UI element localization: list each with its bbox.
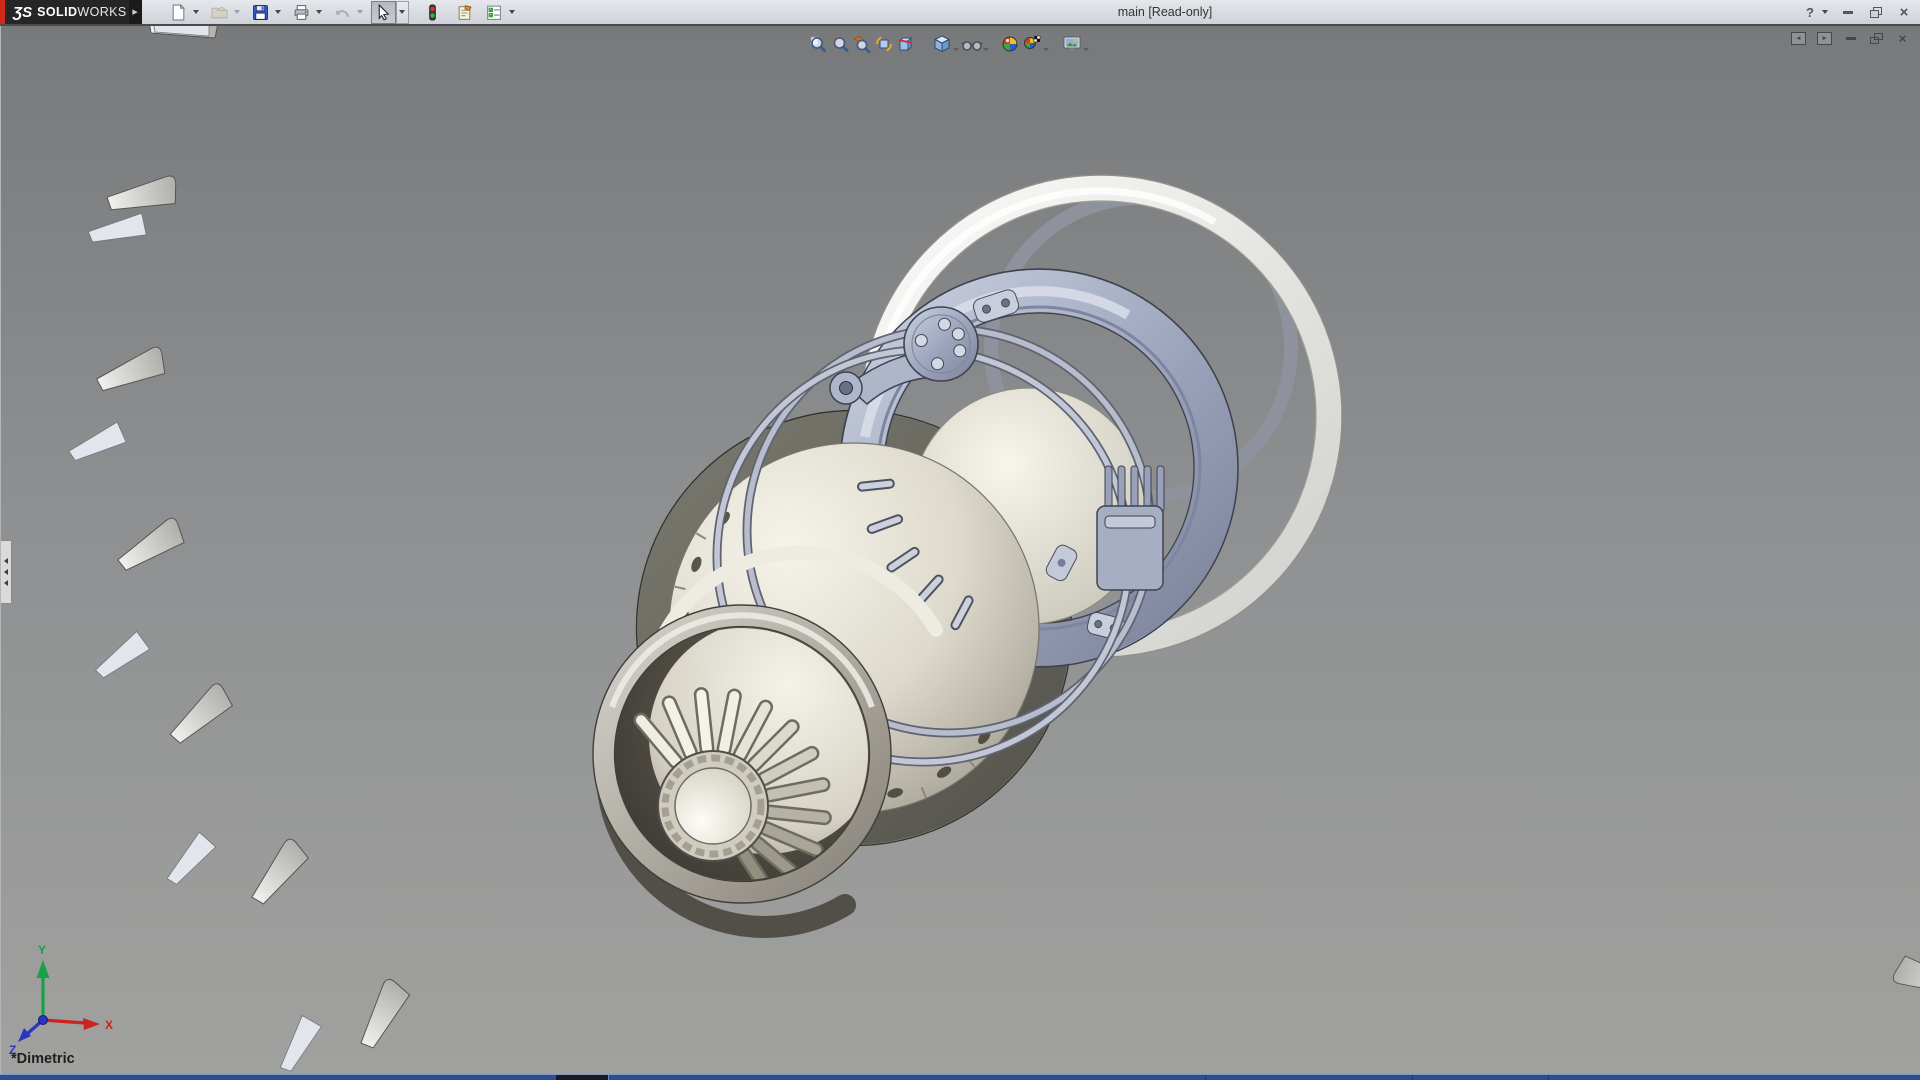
file-properties-button[interactable] bbox=[453, 1, 478, 24]
options-button[interactable] bbox=[482, 1, 507, 24]
print-button[interactable] bbox=[289, 1, 314, 24]
zoom-to-area-icon bbox=[830, 34, 850, 54]
zoom-to-fit-button[interactable] bbox=[807, 32, 829, 56]
previous-view-button[interactable] bbox=[851, 32, 873, 56]
undo-dropdown[interactable] bbox=[355, 2, 366, 23]
main-toolbar bbox=[166, 1, 523, 24]
engine-model bbox=[66, 26, 1920, 1074]
minimize-button[interactable] bbox=[1840, 3, 1856, 21]
solidworks-logo-glyph: ƷS bbox=[13, 4, 32, 21]
new-document-button[interactable] bbox=[166, 1, 191, 24]
graphics-area: ◂ ▸ × Y X Z *Dimetric bbox=[0, 26, 1920, 1074]
print-dropdown[interactable] bbox=[314, 2, 325, 23]
select-tool-dropdown[interactable] bbox=[396, 1, 409, 24]
brand-text-bold: SOLID bbox=[37, 5, 77, 19]
new-document-dropdown[interactable] bbox=[191, 2, 202, 23]
open-button[interactable] bbox=[207, 1, 232, 24]
menu-flyout-arrow[interactable]: ▶ bbox=[129, 0, 142, 24]
apply-scene-icon bbox=[1022, 34, 1042, 54]
feature-panel-tab[interactable] bbox=[1, 540, 12, 604]
triad-y-label: Y bbox=[38, 943, 46, 957]
collapse-right-pane-button[interactable]: ▸ bbox=[1816, 31, 1833, 46]
taskbar-separator bbox=[1548, 1075, 1549, 1080]
view-cube-icon bbox=[932, 34, 952, 54]
doc-minimize-button[interactable] bbox=[1842, 31, 1859, 46]
os-taskbar-sliver[interactable] bbox=[0, 1074, 1920, 1080]
solidworks-logo: ƷS SOLID WORKS bbox=[5, 0, 129, 24]
rotate-view-icon bbox=[874, 34, 894, 54]
taskbar-separator bbox=[1205, 1075, 1206, 1080]
view-settings-icon bbox=[1062, 34, 1082, 54]
zoom-to-area-button[interactable] bbox=[829, 32, 851, 56]
help-button[interactable]: ? bbox=[1802, 3, 1818, 21]
doc-restore-button[interactable] bbox=[1868, 31, 1885, 46]
section-view-icon bbox=[896, 34, 916, 54]
restore-button[interactable] bbox=[1868, 3, 1884, 21]
select-cursor-icon bbox=[375, 4, 392, 21]
new-document-icon bbox=[170, 4, 187, 21]
stoplight-icon bbox=[424, 4, 441, 21]
brand-text-light: WORKS bbox=[77, 5, 126, 19]
triad-x-label: X bbox=[105, 1018, 113, 1032]
doc-close-button[interactable]: × bbox=[1894, 31, 1911, 46]
taskbar-separator bbox=[1412, 1075, 1413, 1080]
collapse-left-pane-button[interactable]: ◂ bbox=[1790, 31, 1807, 46]
zoom-to-fit-icon bbox=[808, 34, 828, 54]
chevron-left-icon bbox=[4, 569, 8, 575]
titlebar: ƷS SOLID WORKS ▶ bbox=[0, 0, 1920, 26]
taskbar-button[interactable] bbox=[556, 1075, 608, 1080]
view-settings-button[interactable] bbox=[1061, 32, 1083, 56]
window-title: main [Read-only] bbox=[1118, 0, 1213, 24]
printer-icon bbox=[293, 4, 310, 21]
connector-block bbox=[1097, 466, 1164, 590]
appearance-ball-icon bbox=[1000, 34, 1020, 54]
document-window-controls: ◂ ▸ × bbox=[1790, 31, 1911, 46]
view-orientation-dropdown[interactable] bbox=[953, 48, 959, 51]
taskbar-highlight bbox=[0, 1074, 1920, 1075]
headsup-view-toolbar bbox=[807, 32, 1091, 56]
save-button[interactable] bbox=[248, 1, 273, 24]
titlebar-window-controls: ? × bbox=[1802, 0, 1912, 24]
3d-viewport[interactable] bbox=[1, 26, 1920, 1074]
undo-button[interactable] bbox=[330, 1, 355, 24]
open-folder-icon bbox=[211, 4, 228, 21]
edit-appearance-button[interactable] bbox=[999, 32, 1021, 56]
apply-scene-dropdown[interactable] bbox=[1043, 48, 1049, 51]
rotate-view-button[interactable] bbox=[873, 32, 895, 56]
open-dropdown[interactable] bbox=[232, 2, 243, 23]
section-view-button[interactable] bbox=[895, 32, 917, 56]
chevron-left-icon bbox=[4, 558, 8, 564]
hide-show-items-dropdown[interactable] bbox=[983, 48, 989, 51]
help-dropdown[interactable] bbox=[1822, 10, 1828, 14]
undo-arrow-icon bbox=[334, 4, 351, 21]
rebuild-button[interactable] bbox=[420, 1, 445, 24]
hide-show-items-button[interactable] bbox=[961, 32, 983, 56]
chevron-left-icon bbox=[4, 580, 8, 586]
view-orientation-button[interactable] bbox=[931, 32, 953, 56]
close-button[interactable]: × bbox=[1896, 3, 1912, 21]
taskbar-separator bbox=[608, 1075, 609, 1080]
options-dropdown[interactable] bbox=[507, 2, 518, 23]
save-dropdown[interactable] bbox=[273, 2, 284, 23]
file-properties-icon bbox=[456, 4, 474, 21]
view-settings-dropdown[interactable] bbox=[1083, 48, 1089, 51]
view-orientation-label: *Dimetric bbox=[11, 1051, 75, 1067]
select-tool-button[interactable] bbox=[371, 1, 396, 24]
apply-scene-button[interactable] bbox=[1021, 32, 1043, 56]
reference-triad: Y X Z bbox=[5, 938, 125, 1058]
save-floppy-icon bbox=[252, 4, 269, 21]
previous-view-icon bbox=[852, 34, 872, 54]
nozzle-hub bbox=[658, 751, 768, 861]
options-checklist-icon bbox=[485, 4, 503, 21]
eyeglasses-icon bbox=[961, 34, 983, 54]
